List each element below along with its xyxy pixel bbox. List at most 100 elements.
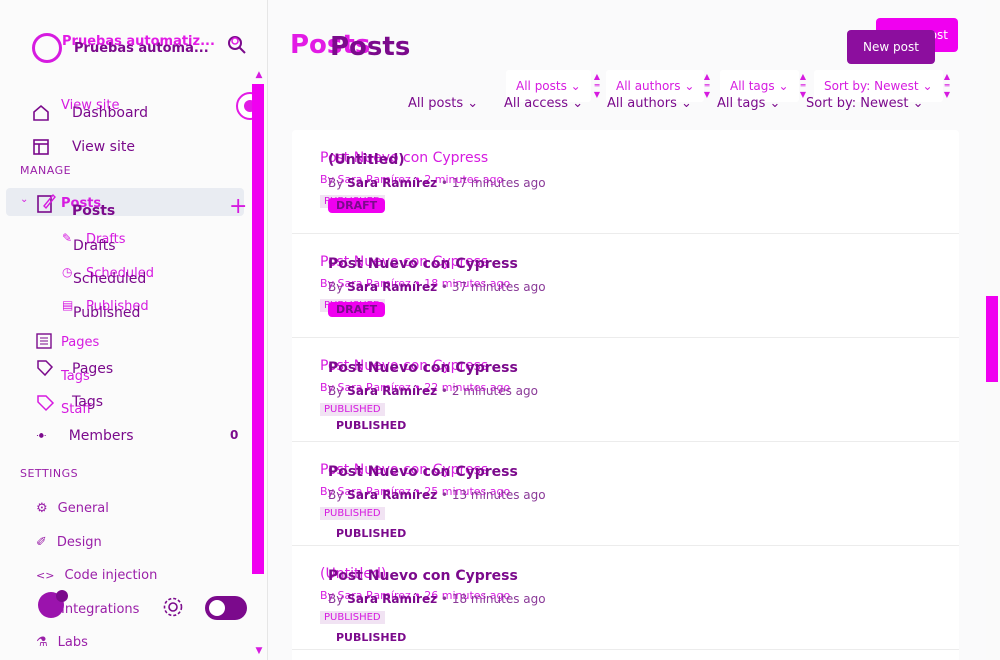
page-scroll-thumb[interactable] bbox=[986, 296, 998, 382]
filter-all-authors[interactable]: All authors ⌄ bbox=[607, 96, 692, 111]
pages-ghost: Pages bbox=[61, 335, 100, 350]
post-row[interactable]: Post Nuevo con Cypress By Sara Ramírez •… bbox=[292, 442, 959, 546]
post-ghost-badge: PUBLISHED bbox=[320, 403, 385, 416]
nav-drafts[interactable]: Drafts bbox=[73, 238, 116, 254]
status-badge: PUBLISHED bbox=[336, 631, 407, 644]
sidebar-scroll-thumb[interactable] bbox=[252, 84, 264, 574]
document-icon: ▤ bbox=[62, 298, 74, 312]
chevron-down-icon[interactable]: ⌄ bbox=[20, 194, 28, 205]
gear-small-icon: ⚙ bbox=[36, 500, 48, 516]
filter-sort[interactable]: Sort by: Newest ⌄ bbox=[806, 96, 924, 111]
scroll-up-arrow-icon[interactable]: ▲ bbox=[252, 70, 266, 80]
nav-general[interactable]: ⚙ General bbox=[36, 495, 109, 521]
site-title[interactable]: Pruebas automa... bbox=[74, 41, 209, 56]
post-time: 17 minutes ago bbox=[451, 176, 546, 190]
post-ghost-badge: PUBLISHED bbox=[320, 507, 385, 520]
nav-general-label: General bbox=[57, 500, 109, 516]
main-content: Posts Posts ost New post All posts ⌄ ▲ ═ ▼… bbox=[268, 0, 986, 660]
sidebar: Pruebas automatiz... Pruebas automa... V… bbox=[0, 0, 268, 660]
scroll-down-arrow-icon[interactable]: ▼ bbox=[252, 646, 266, 656]
post-by: By bbox=[328, 280, 344, 294]
avatar-status-dot bbox=[56, 590, 68, 602]
members-icon: ꔹ bbox=[36, 428, 47, 444]
stepper-1[interactable]: ▲ ═ ▼ bbox=[592, 72, 602, 100]
members-count-badge: 0 bbox=[230, 428, 239, 442]
post-author: Sara Ramírez bbox=[347, 176, 438, 190]
post-time: 18 minutes ago bbox=[451, 592, 546, 606]
stepper-4[interactable]: ▲ ═ ▼ bbox=[942, 72, 952, 100]
page-scrollbar[interactable] bbox=[986, 0, 1000, 660]
plus-icon[interactable]: + bbox=[229, 196, 247, 218]
nav-members-label: Members bbox=[68, 428, 134, 444]
search-icon[interactable] bbox=[226, 34, 248, 56]
filter-all-access[interactable]: All access ⌄ bbox=[504, 96, 583, 111]
page-title: Posts bbox=[330, 32, 411, 62]
post-by: By bbox=[328, 592, 344, 606]
nav-scheduled[interactable]: Scheduled bbox=[73, 271, 146, 287]
nav-view-site[interactable]: View site bbox=[30, 134, 135, 160]
nav-dashboard-label: Dashboard bbox=[72, 105, 148, 121]
post-time: 13 minutes ago bbox=[451, 488, 546, 502]
new-post-button[interactable]: New post bbox=[847, 30, 935, 64]
tag-icon bbox=[37, 360, 54, 377]
post-meta: By Sara Ramírez • 2 minutes ago bbox=[328, 384, 538, 398]
post-time: 37 minutes ago bbox=[451, 280, 546, 294]
post-author: Sara Ramírez bbox=[347, 592, 438, 606]
nav-tags[interactable]: Tags bbox=[72, 394, 103, 410]
drafts-pencil-icon: ✎ bbox=[62, 231, 73, 245]
manage-section-label: MANAGE bbox=[20, 164, 72, 177]
filter-all-posts[interactable]: All posts ⌄ bbox=[408, 96, 478, 111]
status-badge: PUBLISHED bbox=[336, 527, 407, 540]
post-by: By bbox=[328, 488, 344, 502]
status-badge: PUBLISHED bbox=[336, 419, 407, 432]
site-logo[interactable] bbox=[32, 33, 62, 63]
nav-design[interactable]: ✐ Design bbox=[36, 529, 102, 555]
nav-pages[interactable]: Pages bbox=[72, 361, 113, 377]
sidebar-scrollbar[interactable]: ▲ ▼ bbox=[252, 70, 266, 660]
post-title[interactable]: Post Nuevo con Cypress bbox=[328, 256, 518, 272]
post-meta: By Sara Ramírez • 17 minutes ago bbox=[328, 176, 546, 190]
gear-icon[interactable] bbox=[162, 596, 184, 618]
nav-labs[interactable]: ⚗ Labs bbox=[36, 629, 88, 655]
post-author: Sara Ramírez bbox=[347, 488, 438, 502]
nav-code-injection[interactable]: <> Code injection bbox=[36, 562, 157, 588]
status-badge: DRAFT bbox=[328, 198, 386, 213]
post-row[interactable]: Post Nuevo con Cypress By Sara Ramírez •… bbox=[292, 234, 959, 338]
filter-all-posts-label: All posts bbox=[408, 96, 464, 111]
post-author: Sara Ramírez bbox=[347, 384, 438, 398]
post-row[interactable]: (Untitled) By Sara Ramírez • 26 minutes … bbox=[292, 546, 959, 650]
post-title[interactable]: Post Nuevo con Cypress bbox=[328, 464, 518, 480]
filter-all-authors-label: All authors bbox=[607, 96, 677, 111]
settings-section-label: SETTINGS bbox=[20, 467, 79, 480]
filter-all-tags[interactable]: All tags ⌄ bbox=[717, 96, 780, 111]
post-by: By bbox=[328, 176, 344, 190]
post-time: 2 minutes ago bbox=[451, 384, 538, 398]
filter-ghost-sort-label: Sort by: Newest bbox=[824, 79, 919, 93]
post-title[interactable]: Post Nuevo con Cypress bbox=[328, 568, 518, 584]
brush-icon: ✐ bbox=[36, 534, 47, 550]
post-title[interactable]: Post Nuevo con Cypress bbox=[328, 360, 518, 376]
posts-list: Post Nuevo con Cypress By Sara Ramírez •… bbox=[292, 130, 959, 660]
post-title[interactable]: (Untitled) bbox=[328, 152, 405, 168]
clock-icon: ◷ bbox=[62, 265, 73, 279]
night-mode-toggle[interactable] bbox=[205, 596, 247, 620]
stepper-2[interactable]: ▲ ═ ▼ bbox=[702, 72, 712, 100]
nav-published[interactable]: Published bbox=[73, 305, 140, 321]
nav-posts-label[interactable]: Posts bbox=[72, 203, 115, 219]
user-bar bbox=[30, 590, 250, 626]
post-row[interactable]: Post Nuevo con Cypress By Sara Ramírez •… bbox=[292, 130, 959, 234]
post-by: By bbox=[328, 384, 344, 398]
nav-dashboard[interactable]: Dashboard bbox=[30, 100, 148, 126]
code-icon: <> bbox=[36, 568, 55, 582]
filter-ghost-authors-label: All authors bbox=[616, 79, 681, 93]
window-icon bbox=[30, 136, 52, 158]
nav-members[interactable]: ꔹ Members bbox=[36, 423, 134, 449]
nav-design-label: Design bbox=[56, 534, 102, 550]
post-meta: By Sara Ramírez • 18 minutes ago bbox=[328, 592, 546, 606]
filter-all-access-label: All access bbox=[504, 96, 569, 111]
post-row[interactable]: Post Nuevo con Cypress By Sara Ramírez •… bbox=[292, 338, 959, 442]
nav-code-injection-label: Code injection bbox=[64, 567, 158, 583]
flask-icon: ⚗ bbox=[36, 634, 48, 650]
post-ghost-badge: PUBLISHED bbox=[320, 611, 385, 624]
status-badge: DRAFT bbox=[328, 302, 386, 317]
